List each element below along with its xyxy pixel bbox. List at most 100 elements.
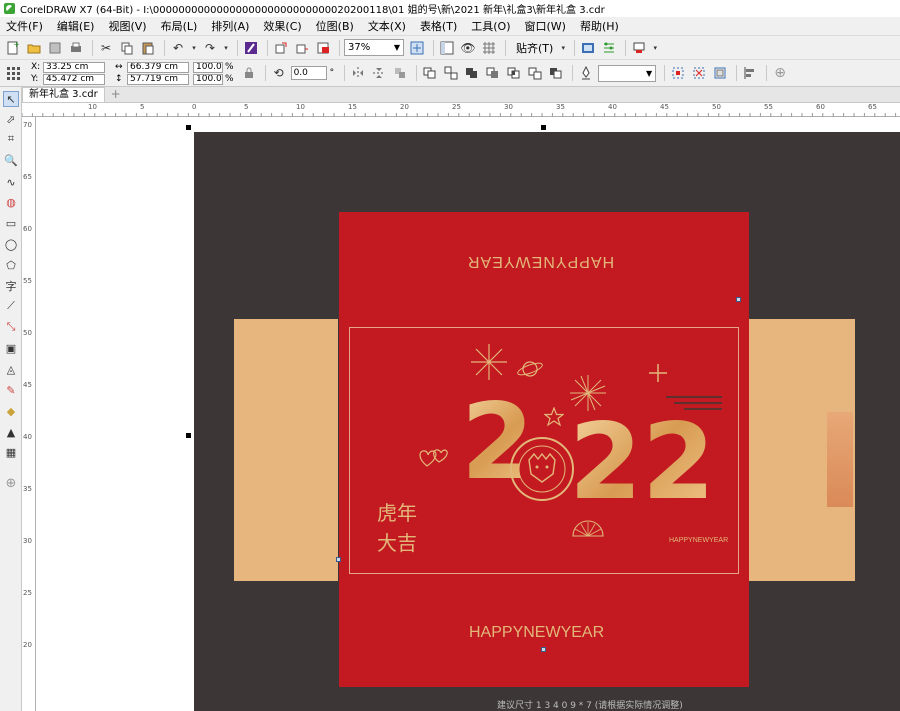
export-icon[interactable] (293, 39, 311, 57)
publish-pdf-icon[interactable] (314, 39, 332, 57)
import-icon[interactable] (272, 39, 290, 57)
crop-tool-icon[interactable]: ⌗ (3, 131, 19, 147)
print-icon[interactable] (67, 39, 85, 57)
zoom-level-select[interactable]: 37% ▼ (344, 39, 404, 56)
front-minus-back-icon[interactable] (547, 64, 565, 82)
pick-tool-icon[interactable]: ↖ (3, 91, 19, 107)
zoom-tool-icon[interactable]: 🔍 (3, 152, 19, 168)
menu-effects[interactable]: 效果(C) (263, 18, 301, 34)
cut-icon[interactable]: ✂ (97, 39, 115, 57)
menu-layout[interactable]: 布局(L) (161, 18, 198, 34)
mirror-horizontal-icon[interactable] (349, 64, 367, 82)
undo-icon[interactable]: ↶ (169, 39, 187, 57)
menu-table[interactable]: 表格(T) (420, 18, 457, 34)
drawing-canvas[interactable]: HAPPYNEWYEAR HAPPYNEWYEAR HAPPYNEWYEAR 虎… (36, 117, 900, 711)
ellipse-tool-icon[interactable]: ◯ (3, 236, 19, 252)
selection-handle[interactable] (186, 433, 191, 438)
menu-view[interactable]: 视图(V) (108, 18, 146, 34)
outline-pen-icon[interactable] (577, 64, 595, 82)
show-grid-icon[interactable] (480, 39, 498, 57)
vertical-ruler[interactable]: 70 65 60 55 50 45 40 35 30 25 20 (22, 117, 36, 711)
new-tab-plus-icon[interactable]: + (109, 88, 123, 102)
intersect-icon[interactable] (505, 64, 523, 82)
happy-new-year-small-text[interactable]: HAPPYNEWYEAR (669, 537, 728, 544)
tiger-year-text-line1[interactable]: 虎年 (377, 497, 417, 526)
snap-to-button[interactable]: 贴齐(T) (516, 40, 553, 56)
transparency-tool-icon[interactable]: ◬ (3, 361, 19, 377)
add-tool-icon[interactable]: ⊕ (3, 475, 19, 491)
menu-tools[interactable]: 工具(O) (471, 18, 510, 34)
interactive-fill-tool-icon[interactable]: ◆ (3, 403, 19, 419)
outline-width-select[interactable]: ▼ (598, 64, 657, 82)
chevron-down-icon[interactable]: ▾ (651, 39, 659, 57)
break-apart-icon[interactable] (442, 64, 460, 82)
options-icon[interactable] (600, 39, 618, 57)
search-content-icon[interactable] (242, 39, 260, 57)
selection-handle[interactable] (186, 125, 191, 130)
weld-icon[interactable] (463, 64, 481, 82)
scale-x-input[interactable]: 100.0 (193, 61, 223, 73)
full-screen-preview-icon[interactable] (438, 39, 456, 57)
menu-text[interactable]: 文本(X) (368, 18, 406, 34)
control-node[interactable] (541, 647, 546, 652)
tiger-medallion[interactable] (507, 434, 577, 504)
to-front-of-layer-icon[interactable] (690, 64, 708, 82)
rotation-input[interactable]: 0.0 (290, 66, 327, 80)
lock-ratio-icon[interactable] (240, 64, 258, 82)
happy-new-year-bottom-text[interactable]: HAPPYNEWYEAR (469, 624, 604, 642)
width-input[interactable]: 66.379 cm (127, 61, 189, 73)
create-boundary-icon[interactable] (669, 64, 687, 82)
welcome-screen-icon[interactable] (579, 39, 597, 57)
text-tool-icon[interactable]: 字 (3, 278, 19, 294)
open-icon[interactable] (25, 39, 43, 57)
menu-edit[interactable]: 编辑(E) (57, 18, 95, 34)
outline-tool-icon[interactable]: ▦ (3, 444, 19, 460)
document-tab[interactable]: 新年礼盒 3.cdr (22, 87, 105, 102)
copper-texture-patch[interactable] (827, 412, 853, 507)
zoom-page-icon[interactable] (408, 39, 426, 57)
y-position-input[interactable]: 45.472 cm (43, 73, 105, 85)
menu-window[interactable]: 窗口(W) (525, 18, 566, 34)
mirror-vertical-icon[interactable] (370, 64, 388, 82)
trim-icon[interactable] (484, 64, 502, 82)
color-eyedropper-tool-icon[interactable]: ✎ (3, 382, 19, 398)
happy-new-year-top-text[interactable]: HAPPYNEWYEAR (467, 252, 614, 270)
new-document-icon[interactable]: + (4, 39, 22, 57)
horizontal-ruler[interactable]: 10 5 0 5 10 15 20 25 30 35 40 45 50 55 6… (22, 103, 900, 117)
x-position-input[interactable]: 33.25 cm (43, 61, 105, 73)
combine-icon[interactable] (421, 64, 439, 82)
copy-icon[interactable] (118, 39, 136, 57)
height-input[interactable]: 57.719 cm (127, 73, 189, 85)
polygon-tool-icon[interactable]: ⬠ (3, 257, 19, 273)
control-node[interactable] (336, 557, 341, 562)
gift-box-front-panel[interactable]: HAPPYNEWYEAR HAPPYNEWYEAR HAPPYNEWYEAR 虎… (339, 212, 749, 687)
simplify-icon[interactable] (526, 64, 544, 82)
align-distribute-icon[interactable] (741, 64, 759, 82)
menu-arrange[interactable]: 排列(A) (211, 18, 249, 34)
paste-icon[interactable] (139, 39, 157, 57)
smart-fill-icon[interactable]: ▲ (3, 424, 19, 440)
chevron-down-icon[interactable]: ▾ (559, 39, 567, 57)
tiger-year-text-line2[interactable]: 大吉 (377, 527, 417, 556)
selection-handle[interactable] (541, 125, 546, 130)
smart-fill-tool-icon[interactable]: ◍ (3, 194, 19, 210)
redo-dropdown-icon[interactable]: ▾ (222, 39, 230, 57)
year-digits-twenty-two[interactable]: 22 (569, 410, 715, 515)
application-launcher-icon[interactable] (630, 39, 648, 57)
save-icon[interactable] (46, 39, 64, 57)
object-origin-icon[interactable] (4, 64, 22, 82)
redo-icon[interactable]: ↷ (201, 39, 219, 57)
menu-file[interactable]: 文件(F) (6, 18, 43, 34)
left-side-flap[interactable] (234, 319, 338, 581)
parallel-dimension-tool-icon[interactable]: ⟋ (3, 298, 19, 314)
rectangle-tool-icon[interactable]: ▭ (3, 215, 19, 231)
menu-bitmaps[interactable]: 位图(B) (316, 18, 354, 34)
group-icon[interactable] (391, 64, 409, 82)
undo-dropdown-icon[interactable]: ▾ (190, 39, 198, 57)
add-tool-plus-icon[interactable]: ⊕ (771, 64, 789, 82)
shape-tool-icon[interactable]: ⬀ (3, 111, 19, 127)
freehand-tool-icon[interactable]: ∿ (3, 174, 19, 190)
show-rulers-icon[interactable]: 👁 (459, 39, 477, 57)
scale-y-input[interactable]: 100.0 (193, 73, 223, 85)
connector-tool-icon[interactable]: ⤡ (3, 319, 19, 335)
